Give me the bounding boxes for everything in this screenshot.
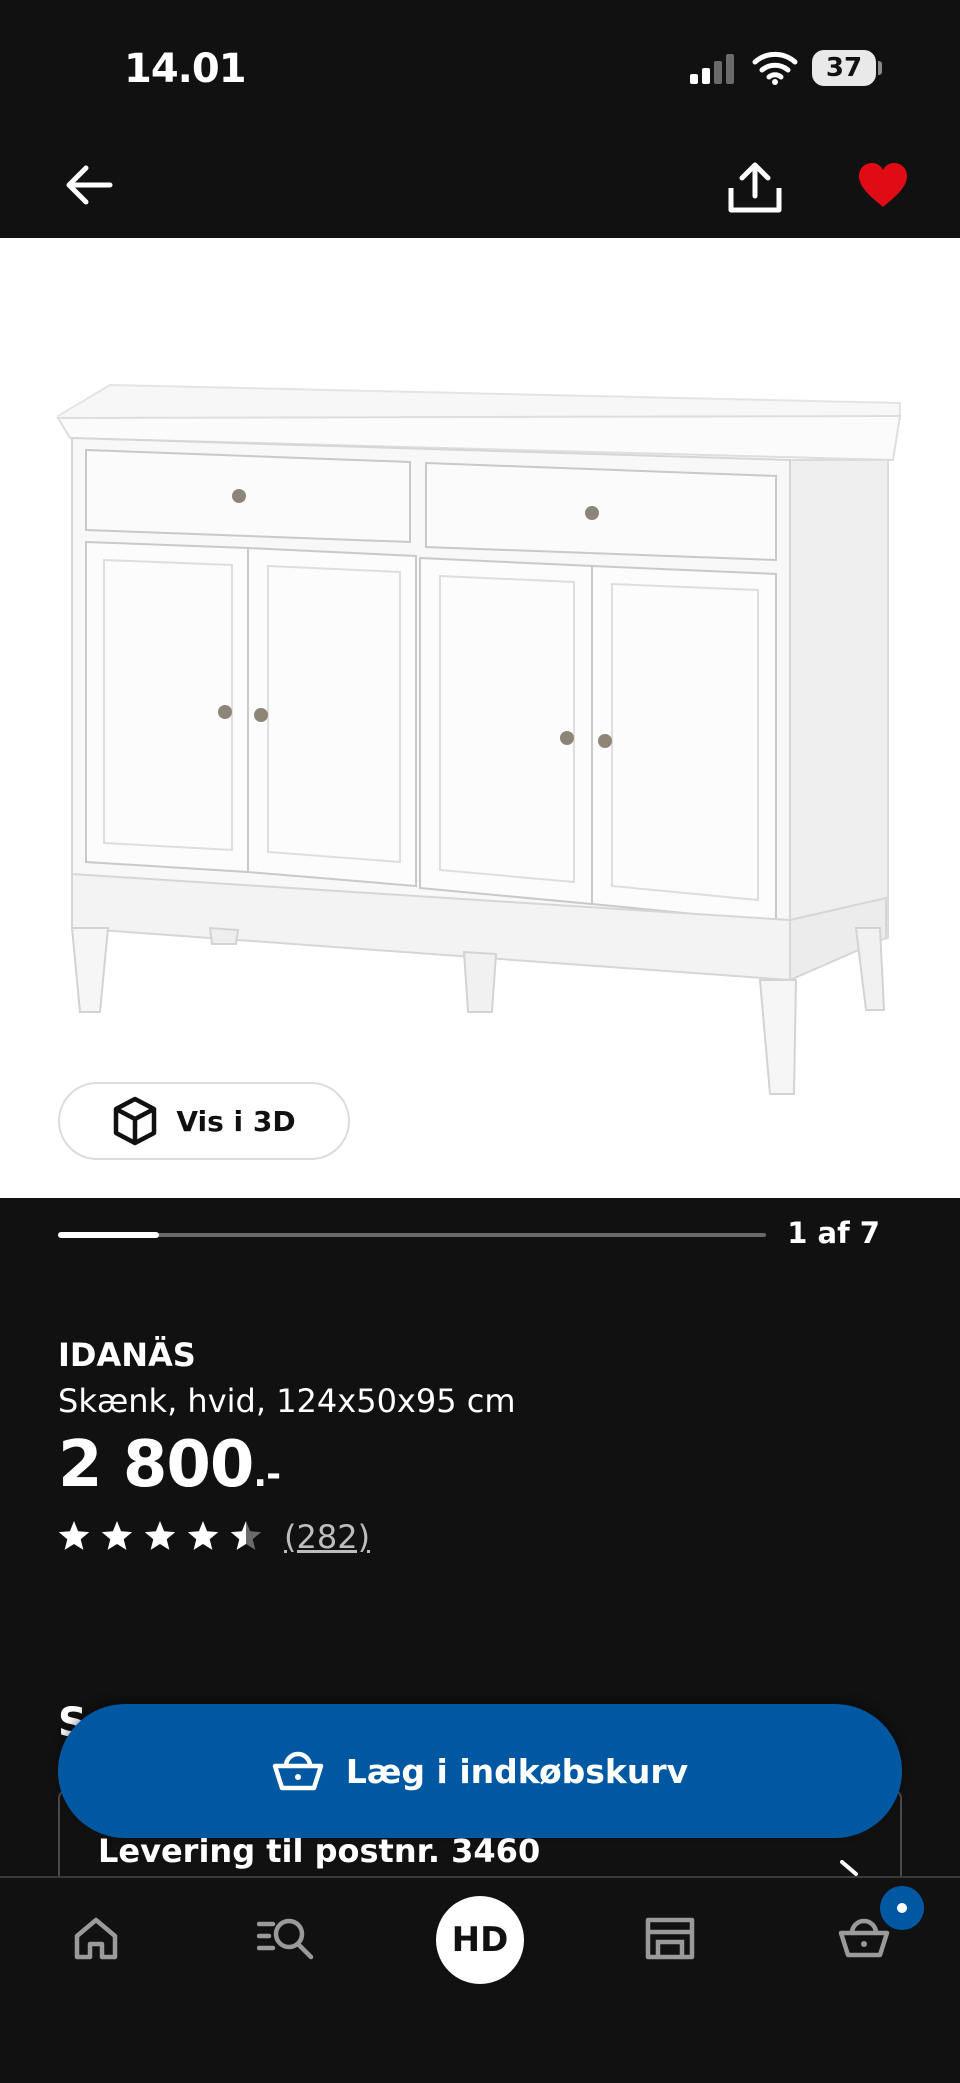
share-icon (728, 162, 782, 213)
product-description: Skænk, hvid, 124x50x95 cm (58, 1382, 516, 1420)
rating-star (58, 1521, 90, 1550)
add-to-cart-button[interactable]: Læg i indkøbskurv (58, 1704, 902, 1838)
arrow-left-icon (66, 165, 113, 205)
product-price: 2 800.- (58, 1428, 281, 1502)
price-suffix: .- (253, 1454, 281, 1495)
rating-star (101, 1521, 133, 1550)
product-image[interactable] (0, 238, 960, 1198)
signal-icon (690, 54, 734, 84)
battery-indicator: 37 (812, 50, 876, 86)
add-to-cart-label: Læg i indkøbskurv (345, 1751, 689, 1791)
rating-row[interactable]: (282) (58, 1518, 370, 1556)
view-3d-button[interactable]: Vis i 3D (58, 1082, 350, 1160)
rating-count-link[interactable]: (282) (284, 1518, 370, 1556)
view-3d-label: Vis i 3D (176, 1104, 296, 1138)
price-value: 2 800 (58, 1428, 254, 1502)
cart-badge-dot (897, 1903, 907, 1913)
sideboard-image (56, 383, 902, 1095)
rating-star (144, 1521, 176, 1550)
basket-icon (272, 1751, 324, 1791)
carousel-progress-fill (58, 1232, 159, 1238)
nav-store-badge[interactable]: HD (436, 1896, 524, 1984)
cart-badge (880, 1886, 924, 1930)
nav-store[interactable] (630, 1906, 710, 1970)
status-time: 14.01 (124, 46, 247, 92)
wifi-icon (752, 51, 798, 85)
battery-tip (878, 61, 882, 75)
store-icon (645, 1917, 695, 1960)
basket-nav-icon (838, 1918, 890, 1958)
home-icon (74, 1917, 118, 1960)
rating-stars (58, 1521, 262, 1550)
nav-search[interactable] (246, 1906, 326, 1970)
back-button[interactable] (60, 160, 120, 210)
nav-home[interactable] (56, 1906, 136, 1970)
heart-icon (859, 163, 907, 207)
rating-star (230, 1521, 262, 1550)
search-list-icon (257, 1918, 314, 1960)
chevron-right-icon (840, 1860, 858, 1876)
share-button[interactable] (726, 160, 784, 216)
rating-star (187, 1521, 219, 1550)
cube-3d-icon (114, 1096, 157, 1146)
carousel-progress-track (58, 1233, 766, 1237)
product-name: IDANÄS (58, 1336, 196, 1374)
carousel-counter: 1 af 7 (787, 1216, 880, 1250)
favorite-button[interactable] (856, 160, 910, 210)
